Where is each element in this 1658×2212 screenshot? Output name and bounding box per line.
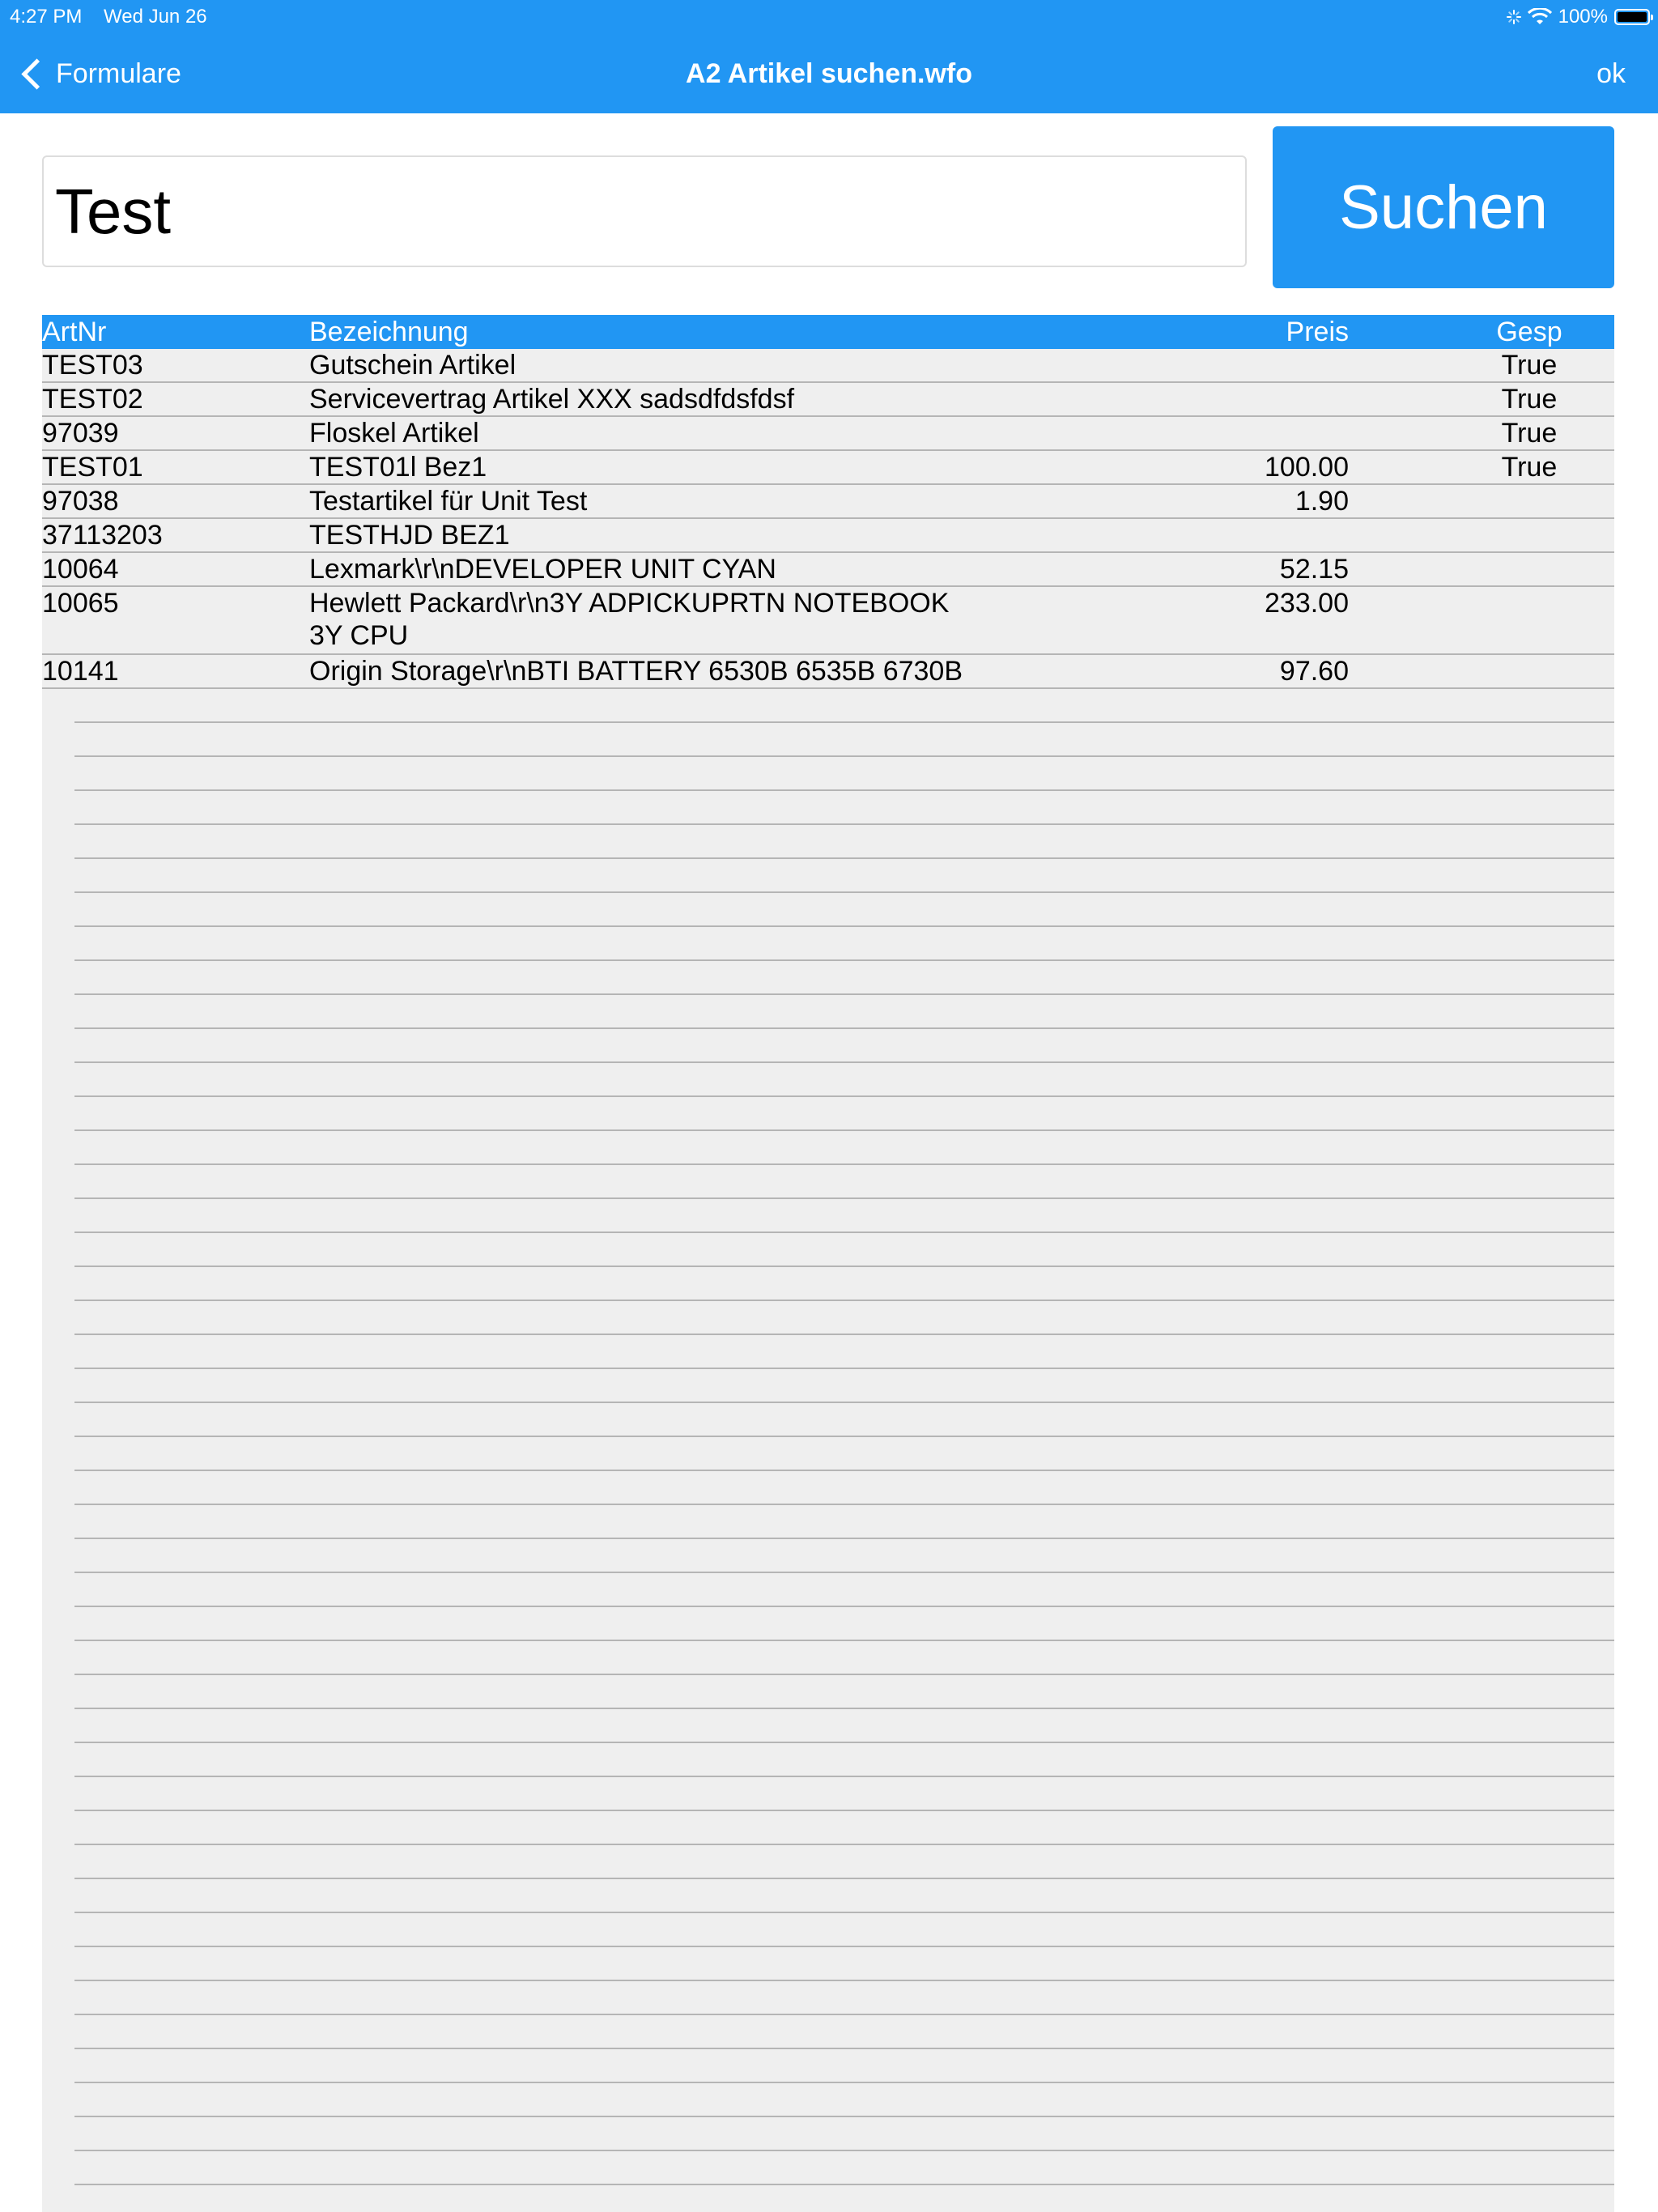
results-table: ArtNr Bezeichnung Preis Gesp TEST03 Gutsc…	[42, 315, 1614, 2212]
search-button[interactable]: Suchen	[1273, 126, 1614, 288]
status-time: 4:27 PM	[10, 6, 83, 28]
page-title: A2 Artikel suchen.wfo	[686, 58, 972, 89]
activity-spinner-icon	[1506, 10, 1521, 24]
status-indicators: 100%	[1506, 3, 1653, 31]
top-bar: 4:27 PM Wed Jun 26 100% Formulare A2 Art…	[0, 0, 1658, 113]
search-input[interactable]	[42, 155, 1247, 267]
wifi-icon	[1527, 8, 1552, 24]
empty-row-lines	[74, 315, 1614, 2212]
status-date: Wed Jun 26	[104, 6, 207, 28]
battery-percent: 100%	[1558, 6, 1608, 28]
ok-button[interactable]: ok	[1596, 53, 1626, 94]
battery-icon	[1614, 9, 1653, 25]
